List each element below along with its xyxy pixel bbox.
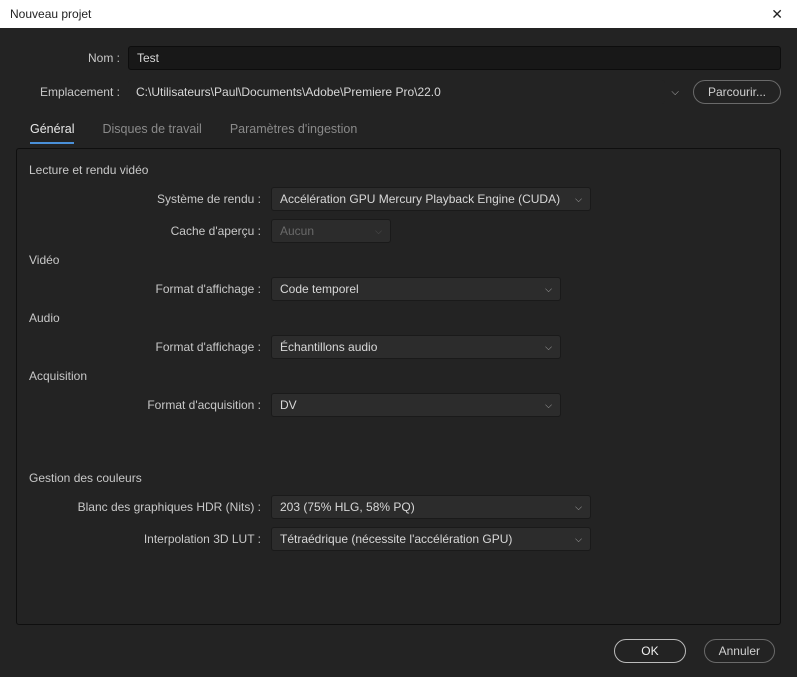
name-label: Nom :: [16, 51, 128, 65]
renderer-select[interactable]: Accélération GPU Mercury Playback Engine…: [271, 187, 591, 211]
capture-format-value: DV: [280, 398, 297, 412]
audio-display-value: Échantillons audio: [280, 340, 377, 354]
tab-ingest[interactable]: Paramètres d'ingestion: [230, 122, 357, 144]
capture-format-label: Format d'acquisition :: [27, 398, 271, 412]
hdr-white-value: 203 (75% HLG, 58% PQ): [280, 500, 415, 514]
section-audio-title: Audio: [29, 311, 770, 325]
browse-button[interactable]: Parcourir...: [693, 80, 781, 104]
preview-cache-value: Aucun: [280, 224, 314, 238]
renderer-value: Accélération GPU Mercury Playback Engine…: [280, 192, 560, 206]
tab-general[interactable]: Général: [30, 122, 74, 144]
dialog-footer: OK Annuler: [16, 625, 781, 665]
lut-interp-select[interactable]: Tétraédrique (nécessite l'accélération G…: [271, 527, 591, 551]
location-label: Emplacement :: [16, 85, 128, 99]
general-panel: Lecture et rendu vidéo Système de rendu …: [16, 148, 781, 625]
location-row: Emplacement : C:\Utilisateurs\Paul\Docum…: [16, 80, 781, 104]
renderer-label: Système de rendu :: [27, 192, 271, 206]
chevron-down-icon: ⌵: [545, 284, 552, 295]
chevron-down-icon: ⌵: [375, 226, 382, 237]
chevron-down-icon: ⌵: [545, 400, 552, 411]
chevron-down-icon: ⌵: [575, 534, 582, 545]
chevron-down-icon[interactable]: ⌵: [665, 87, 685, 98]
renderer-row: Système de rendu : Accélération GPU Merc…: [27, 187, 770, 211]
name-row: Nom :: [16, 46, 781, 70]
window-title: Nouveau projet: [10, 7, 91, 21]
tab-scratch-disks[interactable]: Disques de travail: [102, 122, 201, 144]
hdr-white-select[interactable]: 203 (75% HLG, 58% PQ) ⌵: [271, 495, 591, 519]
chevron-down-icon: ⌵: [575, 502, 582, 513]
close-icon[interactable]: ✕: [767, 6, 787, 23]
video-display-label: Format d'affichage :: [27, 282, 271, 296]
video-display-row: Format d'affichage : Code temporel ⌵: [27, 277, 770, 301]
video-display-select[interactable]: Code temporel ⌵: [271, 277, 561, 301]
preview-cache-row: Cache d'aperçu : Aucun ⌵: [27, 219, 770, 243]
ok-button[interactable]: OK: [614, 639, 685, 663]
chevron-down-icon: ⌵: [545, 342, 552, 353]
hdr-white-row: Blanc des graphiques HDR (Nits) : 203 (7…: [27, 495, 770, 519]
location-value: C:\Utilisateurs\Paul\Documents\Adobe\Pre…: [128, 80, 665, 104]
preview-cache-select: Aucun ⌵: [271, 219, 391, 243]
cancel-button[interactable]: Annuler: [704, 639, 775, 663]
section-capture-title: Acquisition: [29, 369, 770, 383]
hdr-white-label: Blanc des graphiques HDR (Nits) :: [27, 500, 271, 514]
section-playback-title: Lecture et rendu vidéo: [29, 163, 770, 177]
video-display-value: Code temporel: [280, 282, 359, 296]
audio-display-row: Format d'affichage : Échantillons audio …: [27, 335, 770, 359]
tabs: Général Disques de travail Paramètres d'…: [16, 114, 781, 144]
titlebar: Nouveau projet ✕: [0, 0, 797, 28]
section-color-title: Gestion des couleurs: [29, 471, 770, 485]
lut-interp-row: Interpolation 3D LUT : Tétraédrique (néc…: [27, 527, 770, 551]
section-video-title: Vidéo: [29, 253, 770, 267]
chevron-down-icon: ⌵: [575, 194, 582, 205]
dialog-content: Nom : Emplacement : C:\Utilisateurs\Paul…: [0, 28, 797, 677]
capture-format-row: Format d'acquisition : DV ⌵: [27, 393, 770, 417]
capture-format-select[interactable]: DV ⌵: [271, 393, 561, 417]
spacer: [27, 425, 770, 461]
audio-display-select[interactable]: Échantillons audio ⌵: [271, 335, 561, 359]
lut-interp-label: Interpolation 3D LUT :: [27, 532, 271, 546]
audio-display-label: Format d'affichage :: [27, 340, 271, 354]
lut-interp-value: Tétraédrique (nécessite l'accélération G…: [280, 532, 512, 546]
name-input[interactable]: [128, 46, 781, 70]
preview-cache-label: Cache d'aperçu :: [27, 224, 271, 238]
